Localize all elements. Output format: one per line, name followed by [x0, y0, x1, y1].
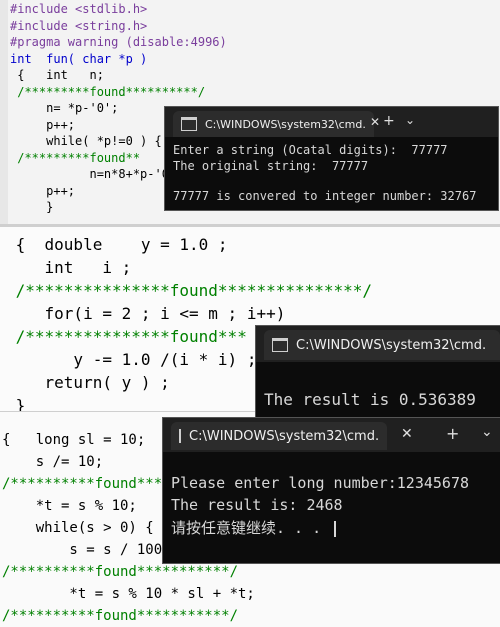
close-icon[interactable]: ✕	[401, 426, 413, 442]
code-line: n=n*8+*p-'0';	[10, 167, 184, 181]
terminal-output-line: Please enter long number:12345678	[171, 474, 470, 492]
code-line: return( y ) ;	[6, 373, 170, 392]
terminal-prompt-text: 请按任意键继续. . .	[171, 519, 331, 537]
terminal-tabbar: C:\WINDOWS\system32\cmd.	[256, 326, 500, 362]
code-line: *t = s % 10 * sl + *t;	[2, 586, 255, 602]
text-cursor	[334, 520, 337, 537]
code-line: /***************found***************/	[6, 281, 373, 300]
code-line: #include <string.h>	[10, 18, 148, 33]
editor-gutter	[0, 0, 8, 225]
terminal-output-line: The result is: 2468	[171, 496, 343, 514]
code-line: /**********found***********/	[2, 608, 239, 624]
new-tab-icon[interactable]: +	[446, 424, 459, 443]
code-line: y -= 1.0 /(i * i) ;	[6, 350, 257, 369]
code-line: while( *p!=0 ) {	[10, 134, 162, 148]
terminal-tab-title: C:\WINDOWS\system32\cmd.	[296, 337, 487, 353]
code-line: s /= 10;	[2, 454, 104, 470]
terminal-tab[interactable]: C:\WINDOWS\system32\cmd.	[171, 422, 387, 450]
terminal-tab[interactable]: C:\WINDOWS\system32\cmd.	[173, 111, 374, 137]
code-line: s = s / 100	[2, 542, 163, 558]
terminal-output-line[interactable]: 请按任意键继续. . .	[171, 517, 337, 538]
terminal-window-2[interactable]: C:\WINDOWS\system32\cmd. The result is 0…	[256, 326, 500, 418]
terminal-output-line: 77777 is convered to integer number: 327…	[173, 189, 477, 203]
terminal-tab-title: C:\WINDOWS\system32\cmd.	[189, 428, 380, 444]
code-line: /*********found**	[10, 150, 141, 165]
code-line: /**********found***********/	[2, 564, 239, 580]
terminal-output-line: The result is 0.536389	[264, 390, 476, 409]
new-tab-icon[interactable]: +	[383, 113, 395, 129]
code-line: { long sl = 10;	[2, 432, 146, 448]
terminal-icon	[272, 338, 288, 352]
terminal-icon	[179, 429, 181, 443]
code-line: { int n;	[10, 68, 104, 82]
code-line: *t = s % 10;	[2, 498, 137, 514]
terminal-tabbar: C:\WINDOWS\system32\cmd. ✕ + ⌄	[163, 418, 500, 452]
terminal-output-line: The original string: 77777	[173, 159, 369, 173]
code-line: /*********found**********/	[10, 84, 206, 99]
code-line: p++;	[10, 117, 76, 132]
code-line: n= *p-'0';	[10, 101, 119, 115]
code-line: #include <stdlib.h>	[10, 2, 148, 16]
code-line: int i ;	[6, 258, 132, 277]
code-line: p++;	[10, 183, 76, 198]
code-line: #pragma warning (disable:4996)	[10, 35, 227, 49]
code-line: /**********found****	[2, 476, 171, 492]
chevron-down-icon[interactable]: ⌄	[405, 113, 415, 127]
code-line: for(i = 2 ; i <= m ; i++)	[6, 304, 286, 323]
terminal-tab[interactable]: C:\WINDOWS\system32\cmd.	[264, 330, 500, 360]
code-line: /***************found***	[6, 327, 247, 346]
terminal-icon	[181, 117, 197, 131]
code-line: { double y = 1.0 ;	[6, 235, 228, 254]
terminal-tabbar: C:\WINDOWS\system32\cmd. ✕ + ⌄	[165, 107, 498, 137]
terminal-window-3[interactable]: C:\WINDOWS\system32\cmd. ✕ + ⌄ Please en…	[163, 418, 500, 563]
code-line: while(s > 0) {	[2, 520, 154, 536]
code-line: int fun( char *p )	[10, 51, 148, 66]
code-line: }	[10, 200, 54, 214]
terminal-window-1[interactable]: C:\WINDOWS\system32\cmd. ✕ + ⌄ Enter a s…	[165, 107, 498, 210]
close-icon[interactable]: ✕	[370, 115, 380, 129]
terminal-output-line: Enter a string (Ocatal digits): 77777	[173, 143, 448, 157]
terminal-tab-title: C:\WINDOWS\system32\cmd.	[205, 117, 366, 131]
chevron-down-icon[interactable]: ⌄	[481, 424, 493, 440]
